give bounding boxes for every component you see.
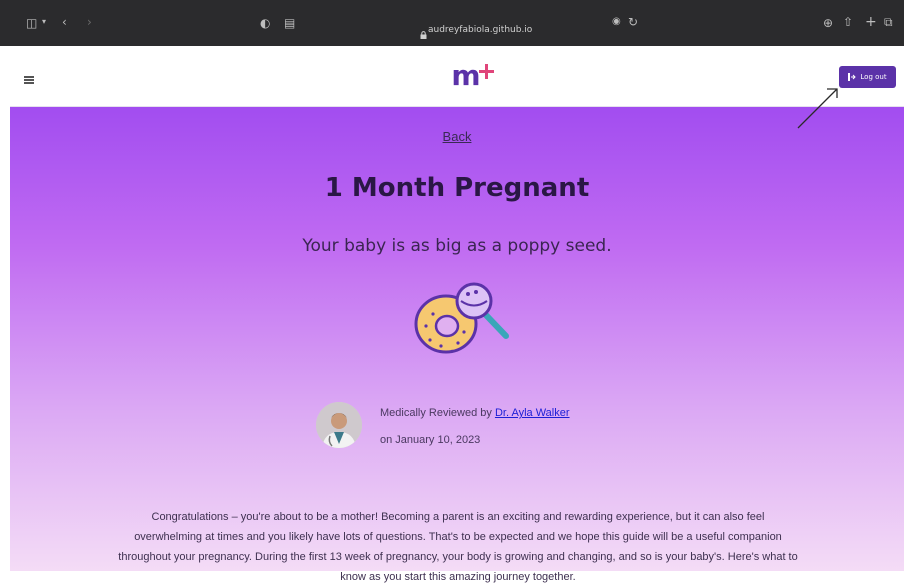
hamburger-menu-icon[interactable] <box>24 76 34 84</box>
back-link[interactable]: Back <box>10 129 904 144</box>
back-arrow-icon[interactable]: ‹ <box>62 16 67 28</box>
reload-icon[interactable]: ↻ <box>628 16 638 28</box>
tabs-icon[interactable]: ⧉ <box>884 16 893 28</box>
sidebar-toggle-icon[interactable]: ◫ <box>26 17 37 29</box>
chevron-down-icon[interactable]: ▾ <box>42 18 46 26</box>
browser-toolbar: ◫ ▾ ‹ › ◐ ▤ audreyfabiola.github.io ◉ ↻ … <box>0 0 904 46</box>
privacy-shield-icon[interactable]: ◐ <box>260 17 270 29</box>
reviewed-by-prefix: Medically Reviewed by <box>380 407 495 419</box>
main-content: Back 1 Month Pregnant Your baby is as bi… <box>10 107 904 583</box>
annotation-arrow-icon <box>797 88 838 129</box>
reviewed-by-text: Medically Reviewed by Dr. Ayla Walker <box>380 407 570 419</box>
reviewer-name-link[interactable]: Dr. Ayla Walker <box>495 407 570 419</box>
forward-arrow-icon[interactable]: › <box>87 16 92 28</box>
medical-reviewer: Medically Reviewed by Dr. Ayla Walker on… <box>316 402 636 452</box>
svg-text:m: m <box>451 59 480 92</box>
lock-icon <box>420 24 427 39</box>
logout-label: Log out <box>860 73 887 81</box>
reviewer-avatar <box>316 402 362 448</box>
translate-icon[interactable]: ◉ <box>612 17 621 27</box>
new-tab-icon[interactable]: + <box>865 15 877 29</box>
download-icon[interactable]: ⊕ <box>823 17 833 29</box>
page-title: 1 Month Pregnant <box>324 173 590 203</box>
review-date: on January 10, 2023 <box>380 434 481 446</box>
brand-logo[interactable]: m <box>426 58 506 94</box>
logout-icon <box>848 73 857 81</box>
app-header: m Log out <box>10 46 904 107</box>
poppy-seed-illustration <box>406 274 521 359</box>
size-comparison-text: Your baby is as big as a poppy seed. <box>302 236 612 256</box>
logout-button[interactable]: Log out <box>839 66 896 88</box>
tab-overview-icon[interactable]: ▤ <box>284 17 295 29</box>
share-icon[interactable]: ⇧ <box>843 16 853 28</box>
intro-paragraph: Congratulations – you're about to be a m… <box>118 511 798 583</box>
address-bar[interactable]: audreyfabiola.github.io <box>428 25 532 35</box>
